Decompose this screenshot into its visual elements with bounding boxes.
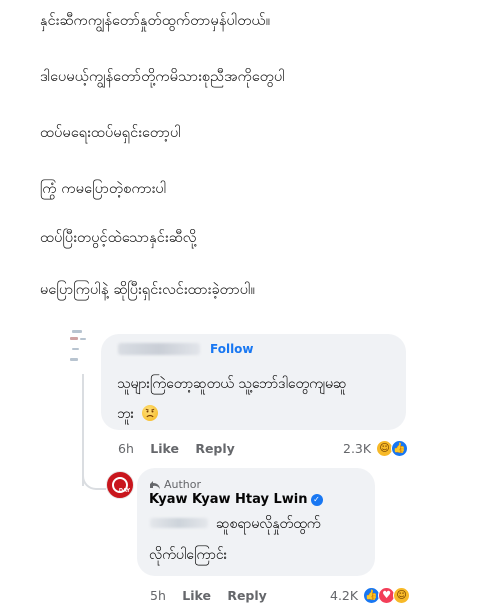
verified-badge-icon: ✓ [310, 493, 323, 506]
commenter-avatar[interactable] [68, 328, 98, 372]
like-icon: 👍 [391, 440, 409, 457]
comment-time[interactable]: 6h [118, 441, 134, 456]
post-line-5: ထပ်ပြီးတပွင့်ထဲသောနှင်းဆီလို့ [40, 230, 197, 246]
reply-actions: 5h Like Reply [150, 588, 279, 603]
reply-time[interactable]: 5h [150, 588, 166, 603]
care-icon: ☺ [393, 587, 411, 604]
reaction-count: 2.3K [343, 441, 372, 456]
post-line-6: မပြောကြပါနဲ့ ဆိုပြီးရှင်းလင်းထားခဲ့တာပါ။ [40, 282, 256, 298]
comment-text-line-2-text: ဘူး [117, 406, 135, 422]
reply-text-line-1: ဆူစရာမလိုနှုတ်ထွက် [216, 516, 321, 532]
like-button[interactable]: Like [150, 441, 179, 456]
comment-text-line-2: ဘူး [117, 404, 158, 425]
comment-text-line-1: သူများကြဲတော့ဆူတယ် သူ့ဘော်ဒါတွေကျမဆူ [117, 376, 347, 392]
post-line-2: ဒါပေမယ့်ကျွန်တော်တို့ကမိသားစုညီအကိုတွေပါ [40, 69, 285, 85]
author-badge-label: Author [164, 478, 202, 491]
author-avatar[interactable]: DAY [106, 471, 134, 499]
post-line-3: ထပ်မရေးထပ်မရှင်းတော့ပါ [40, 125, 181, 141]
follow-button[interactable]: Follow [210, 342, 254, 356]
post-line-1: နှင်းဆီကကျွန်တော်နှုတ်ထွက်တာမှန်ပါတယ်။ [40, 13, 271, 29]
reply-reactions[interactable]: 4.2K 👍 ♥ ☺ [330, 587, 411, 604]
reply-text-line-2: လိုက်ပါကြောင်း [149, 547, 228, 563]
commenter-name-redacted[interactable] [118, 343, 200, 355]
comment-reactions[interactable]: 2.3K ☺ 👍 [343, 440, 409, 457]
frowning-face-emoji-icon [141, 405, 158, 421]
reply-like-button[interactable]: Like [182, 588, 211, 603]
reply-reaction-count: 4.2K [330, 588, 359, 603]
author-badge: Author [149, 478, 201, 491]
comment-actions: 6h Like Reply [118, 441, 247, 456]
reply-reply-button[interactable]: Reply [227, 588, 266, 603]
reply-button[interactable]: Reply [195, 441, 234, 456]
author-badge-icon [150, 480, 160, 489]
thread-curve [82, 470, 106, 490]
post-line-4: ကြွံ ကမပြောတဲ့စကားပါ [40, 181, 167, 197]
mention-redacted[interactable] [150, 518, 208, 528]
author-name[interactable]: Kyaw Kyaw Htay Lwin ✓ [149, 492, 323, 507]
author-name-text: Kyaw Kyaw Htay Lwin [149, 492, 308, 507]
